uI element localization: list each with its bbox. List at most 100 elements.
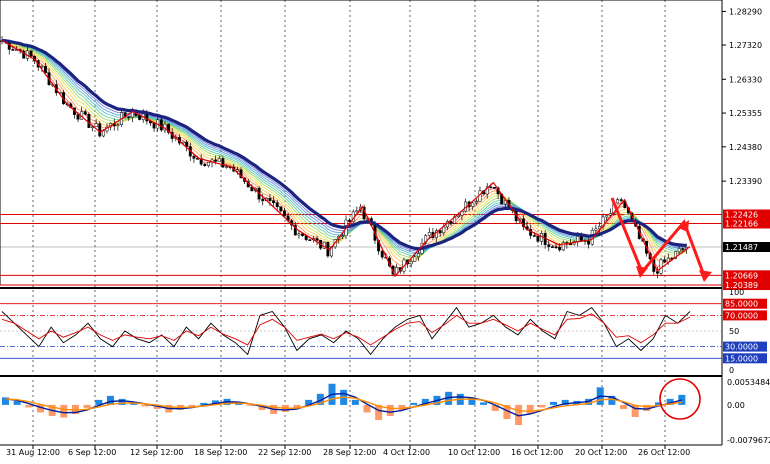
candle-body[interactable] <box>101 130 105 137</box>
candle-body[interactable] <box>272 200 276 204</box>
candle-body[interactable] <box>44 65 47 73</box>
candle-body[interactable] <box>663 259 667 263</box>
histogram-bar[interactable] <box>386 404 394 416</box>
candle-body[interactable] <box>529 229 533 236</box>
chart-canvas[interactable]: 1.28290 1.27320 1.26330 1.25355 1.24380 1.233… <box>0 0 770 460</box>
candle-body[interactable] <box>76 114 80 120</box>
price-tick-label: 1.25355 <box>729 109 762 118</box>
histogram-bar[interactable] <box>550 401 558 405</box>
histogram-bar[interactable] <box>410 402 418 405</box>
candle-body[interactable] <box>532 235 536 237</box>
ribbon-ma-line <box>1 40 687 259</box>
candle-body[interactable] <box>655 271 659 274</box>
candle-body[interactable] <box>308 239 312 241</box>
candle-body[interactable] <box>11 49 15 51</box>
histogram-bar[interactable] <box>351 399 359 405</box>
trading-chart[interactable]: 1.28290 1.27320 1.26330 1.25355 1.24380 1.233… <box>0 0 770 460</box>
candle-body[interactable] <box>159 119 163 131</box>
histogram-tick-label: 0.00 <box>727 401 745 410</box>
candle-body[interactable] <box>217 158 221 162</box>
candle-body[interactable] <box>427 232 431 236</box>
candle-body[interactable] <box>98 123 102 137</box>
candle-body[interactable] <box>214 159 218 162</box>
candle-body[interactable] <box>409 261 413 265</box>
candle-body[interactable] <box>474 201 478 204</box>
ribbon-ma-line <box>1 40 687 255</box>
candle-body[interactable] <box>235 169 239 172</box>
candle-body[interactable] <box>619 199 623 202</box>
candle-body[interactable] <box>94 123 98 128</box>
candle-body[interactable] <box>576 236 580 242</box>
time-tick-label: 6 Sep 12:00 <box>68 448 116 457</box>
candle-body[interactable] <box>659 259 663 274</box>
projection-arrow-head <box>636 266 648 278</box>
candle-body[interactable] <box>315 238 319 241</box>
candle-body[interactable] <box>275 202 279 208</box>
candle-body[interactable] <box>145 113 149 122</box>
candle-body[interactable] <box>225 166 228 168</box>
histogram-tick-label: 0.0053484 <box>727 378 770 387</box>
slow-moving-average-line[interactable] <box>1 39 687 251</box>
candle-body[interactable] <box>279 206 283 212</box>
candle-body[interactable] <box>547 244 551 247</box>
oscillator-level-label: 15.0000 <box>725 354 758 363</box>
candle-body[interactable] <box>29 50 33 57</box>
candle-body[interactable] <box>594 228 598 231</box>
candle-body[interactable] <box>83 111 87 115</box>
candle-body[interactable] <box>355 210 359 213</box>
candle-body[interactable] <box>416 253 420 258</box>
histogram-bar[interactable] <box>25 404 33 408</box>
histogram-bar[interactable] <box>60 404 68 418</box>
candle-body[interactable] <box>203 163 207 166</box>
candle-body[interactable] <box>550 246 554 248</box>
candle-body[interactable] <box>87 114 91 128</box>
zigzag-line[interactable] <box>1 39 691 278</box>
candle-body[interactable] <box>348 219 352 222</box>
histogram-pane[interactable] <box>2 378 701 426</box>
candle-body[interactable] <box>442 226 446 234</box>
candle-body[interactable] <box>268 198 272 201</box>
price-tick-label: 1.28290 <box>729 7 762 16</box>
oscillator-tick-label: 100 <box>729 288 744 297</box>
candle-body[interactable] <box>297 233 301 236</box>
candle-body[interactable] <box>340 235 344 238</box>
histogram-bar[interactable] <box>678 394 686 405</box>
candle-body[interactable] <box>554 246 558 249</box>
candle-body[interactable] <box>380 250 384 258</box>
candle-body[interactable] <box>616 199 620 204</box>
price-pane[interactable] <box>0 36 722 286</box>
candle-body[interactable] <box>40 65 44 68</box>
candle-body[interactable] <box>569 243 572 246</box>
candle-body[interactable] <box>192 155 196 159</box>
candle-body[interactable] <box>449 221 453 224</box>
candle-body[interactable] <box>282 210 286 217</box>
price-pane-border <box>0 0 723 286</box>
candle-body[interactable] <box>493 186 496 189</box>
histogram-bar[interactable] <box>83 404 91 408</box>
time-tick-label: 20 Oct 12:00 <box>575 448 627 457</box>
histogram-bar[interactable] <box>538 404 546 408</box>
candle-body[interactable] <box>558 246 562 251</box>
candle-body[interactable] <box>221 158 225 168</box>
candle-body[interactable] <box>536 235 540 242</box>
candle-body[interactable] <box>206 161 210 166</box>
candle-body[interactable] <box>478 190 482 202</box>
candle-body[interactable] <box>261 198 265 202</box>
candle-body[interactable] <box>413 256 417 262</box>
candle-body[interactable] <box>605 215 609 218</box>
candle-body[interactable] <box>127 116 131 119</box>
oscillator-signal-line[interactable] <box>1 313 691 346</box>
histogram-bar[interactable] <box>480 402 488 405</box>
candle-body[interactable] <box>579 236 583 241</box>
histogram-bar[interactable] <box>620 404 628 409</box>
candle-body[interactable] <box>587 240 591 245</box>
candle-body[interactable] <box>677 248 681 252</box>
candle-body[interactable] <box>489 186 493 189</box>
price-level-label: 1.20669 <box>725 271 758 280</box>
candle-body[interactable] <box>116 124 120 126</box>
candle-body[interactable] <box>681 248 685 250</box>
candle-body[interactable] <box>438 230 442 234</box>
candle-body[interactable] <box>471 202 475 207</box>
stochastic-pane[interactable] <box>0 303 722 359</box>
candle-body[interactable] <box>185 141 189 147</box>
